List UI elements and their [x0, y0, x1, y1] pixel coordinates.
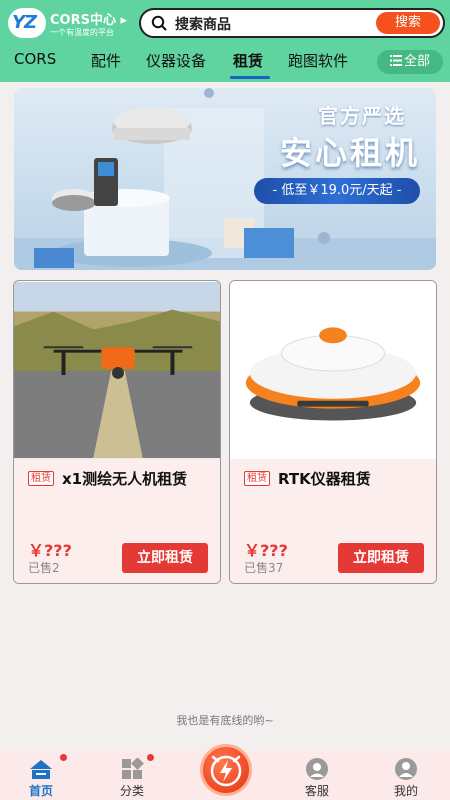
home-icon — [30, 760, 52, 779]
logo-subtitle: 一个有温度的平台 — [50, 28, 114, 37]
sold-count: 已售37 — [244, 561, 284, 575]
tab-mapping-software[interactable]: 跑图软件 — [288, 50, 348, 71]
nav-label: 客服 — [304, 784, 329, 798]
alarm-lightning-icon — [210, 755, 242, 787]
rent-now-button[interactable]: 立即租赁 — [338, 543, 424, 573]
banner-headline: 官方严选 — [318, 104, 406, 128]
product-info: 租赁 x1测绘无人机租赁 ￥??? 已售2 立即租赁 — [14, 459, 220, 583]
nav-label: 分类 — [119, 784, 144, 798]
rent-now-button[interactable]: 立即租赁 — [122, 543, 208, 573]
all-categories-button[interactable]: 全部 — [377, 50, 443, 74]
rental-tag: 租赁 — [28, 471, 54, 486]
promo-banner[interactable]: 官方严选 安心租机 - 低至￥19.0元/天起 - — [14, 88, 436, 270]
nav-customer-service[interactable]: 客服 — [282, 750, 352, 800]
app-logo[interactable]: YZ CORS中心 ▸ 一个有温度的平台 — [8, 6, 138, 40]
product-price: ￥??? — [28, 541, 72, 560]
logo-title: CORS中心 ▸ — [50, 13, 128, 28]
nav-label: 我的 — [393, 784, 418, 798]
center-action-button[interactable] — [200, 744, 252, 796]
profile-icon — [395, 758, 417, 780]
product-info: 租赁 RTK仪器租赁 ￥??? 已售37 立即租赁 — [230, 459, 436, 583]
logo-mark-text: YZ — [12, 12, 37, 33]
category-icon — [122, 758, 144, 779]
product-price: ￥??? — [244, 541, 288, 560]
nav-label: 首页 — [28, 784, 53, 798]
search-bar[interactable]: 搜索商品 搜索 — [139, 8, 445, 38]
tab-cors[interactable]: CORS — [14, 50, 56, 68]
product-image-rtk — [230, 281, 436, 459]
nav-profile[interactable]: 我的 — [371, 750, 441, 800]
banner-price-pill: - 低至￥19.0元/天起 - — [254, 178, 420, 204]
notification-dot — [147, 754, 154, 761]
tab-rental[interactable]: 租赁 — [233, 50, 263, 71]
rental-tag: 租赁 — [244, 471, 270, 486]
product-title[interactable]: x1测绘无人机租赁 — [62, 468, 187, 489]
nav-home[interactable]: 首页 — [6, 750, 76, 800]
tab-instruments[interactable]: 仪器设备 — [146, 50, 206, 71]
sold-count: 已售2 — [28, 561, 60, 575]
search-button[interactable]: 搜索 — [376, 12, 440, 34]
active-tab-indicator — [230, 76, 270, 79]
tab-accessories[interactable]: 配件 — [91, 50, 121, 71]
all-categories-label: 全部 — [403, 54, 430, 69]
notification-dot — [60, 754, 67, 761]
product-card-rtk[interactable]: 租赁 RTK仪器租赁 ￥??? 已售37 立即租赁 — [229, 280, 437, 584]
search-input[interactable]: 搜索商品 — [175, 14, 231, 34]
product-card-drone[interactable]: 租赁 x1测绘无人机租赁 ￥??? 已售2 立即租赁 — [13, 280, 221, 584]
product-image-drone — [14, 281, 220, 459]
end-of-list-note: 我也是有底线的哟~ — [176, 714, 274, 727]
list-icon — [389, 55, 402, 66]
nav-category[interactable]: 分类 — [97, 750, 167, 800]
product-title[interactable]: RTK仪器租赁 — [278, 468, 371, 489]
search-icon — [151, 15, 167, 31]
top-header: YZ CORS中心 ▸ 一个有温度的平台 搜索商品 搜索 CORS 配件 仪器设… — [0, 0, 450, 82]
logo-mark: YZ — [8, 8, 46, 38]
banner-title: 安心租机 — [279, 134, 420, 172]
customer-service-icon — [306, 758, 328, 780]
